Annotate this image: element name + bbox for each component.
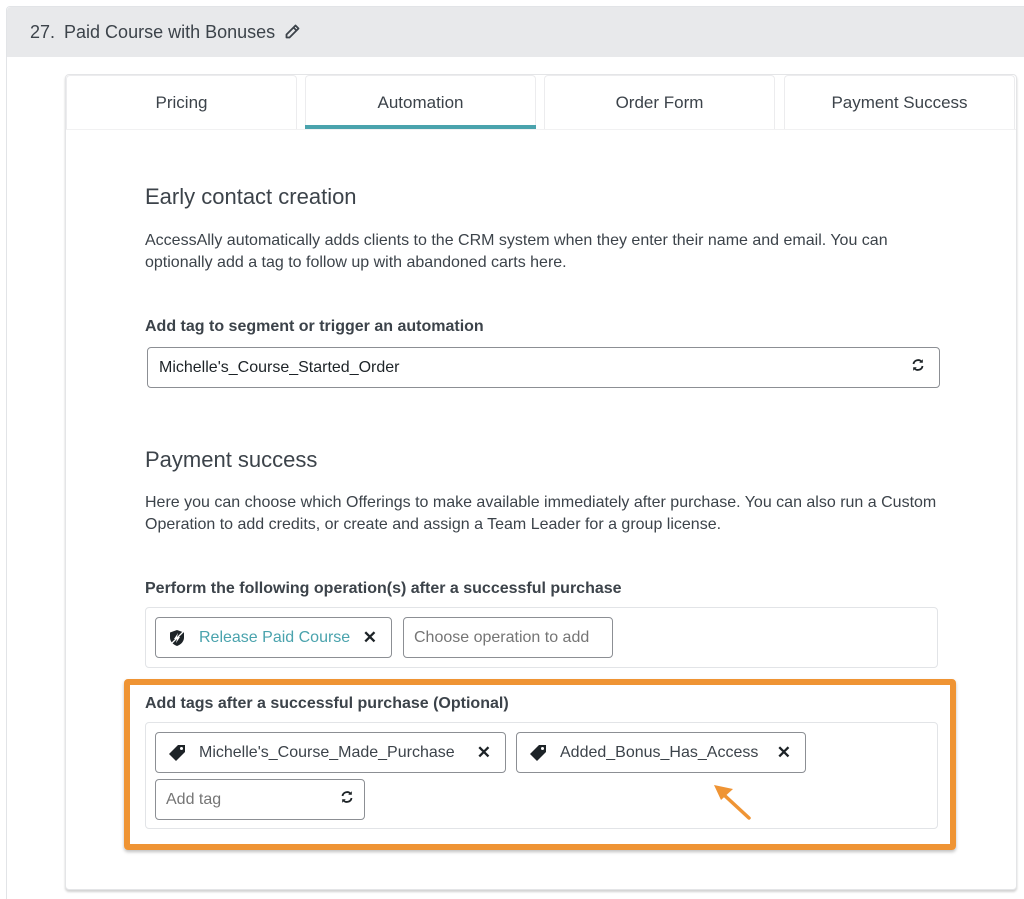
refresh-icon[interactable]: [911, 358, 925, 377]
settings-card: Pricing Automation Order Form Payment Su…: [65, 74, 1017, 890]
tab-label: Order Form: [615, 92, 704, 112]
payment-success-title: Payment success: [145, 447, 318, 472]
early-contact-tag-label: Add tag to segment or trigger an automat…: [145, 318, 484, 335]
highlight-box: [124, 679, 956, 850]
choose-operation-input[interactable]: Choose operation to add: [403, 617, 613, 658]
close-icon[interactable]: ✕: [363, 628, 377, 648]
tab-order-form[interactable]: Order Form: [544, 75, 775, 129]
offering-number: 27.: [30, 21, 56, 42]
payment-success-description: Here you can choose which Offerings to m…: [145, 494, 937, 533]
offering-header: 27. Paid Course with Bonuses: [7, 7, 1024, 57]
shield-bolt-icon: [167, 628, 187, 648]
operations-label: Perform the following operation(s) after…: [145, 580, 622, 597]
tab-bar: Pricing Automation Order Form Payment Su…: [66, 75, 1016, 130]
abandoned-cart-tag-select[interactable]: Michelle's_Course_Started_Order: [147, 347, 940, 388]
tab-label: Pricing: [155, 92, 208, 112]
operation-label[interactable]: Release Paid Course: [199, 629, 350, 647]
offering-title: Paid Course with Bonuses: [64, 21, 276, 42]
selected-tag-value: Michelle's_Course_Started_Order: [159, 358, 400, 376]
early-contact-title: Early contact creation: [145, 184, 357, 209]
annotation-arrow-icon: [714, 785, 751, 820]
choose-operation-placeholder: Choose operation to add: [414, 628, 590, 646]
tab-label: Automation: [377, 92, 464, 112]
operations-field: Release Paid Course ✕ Choose operation t…: [145, 607, 938, 668]
operation-chip: Release Paid Course ✕: [155, 617, 392, 658]
tab-pricing[interactable]: Pricing: [66, 75, 297, 129]
tab-automation[interactable]: Automation: [305, 75, 536, 129]
tab-label: Payment Success: [831, 92, 968, 112]
early-contact-description: AccessAlly automatically adds clients to…: [145, 232, 888, 271]
pencil-icon[interactable]: [284, 24, 300, 40]
tab-divider: [66, 129, 1016, 130]
tab-payment-success[interactable]: Payment Success: [784, 75, 1015, 129]
